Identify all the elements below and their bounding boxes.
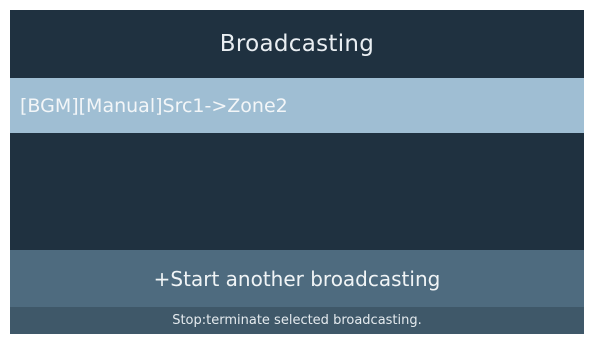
start-another-broadcasting-button[interactable]: +Start another broadcasting [10, 250, 584, 307]
broadcast-item-label: [BGM][Manual]Src1->Zone2 [20, 94, 288, 117]
broadcasting-screen: Broadcasting [BGM][Manual]Src1->Zone2 +S… [10, 10, 584, 334]
broadcast-list: [BGM][Manual]Src1->Zone2 [10, 78, 584, 250]
stop-hint: Stop:terminate selected broadcasting. [10, 307, 584, 334]
page-title: Broadcasting [219, 31, 375, 57]
broadcast-list-item[interactable]: [BGM][Manual]Src1->Zone2 [10, 78, 584, 133]
